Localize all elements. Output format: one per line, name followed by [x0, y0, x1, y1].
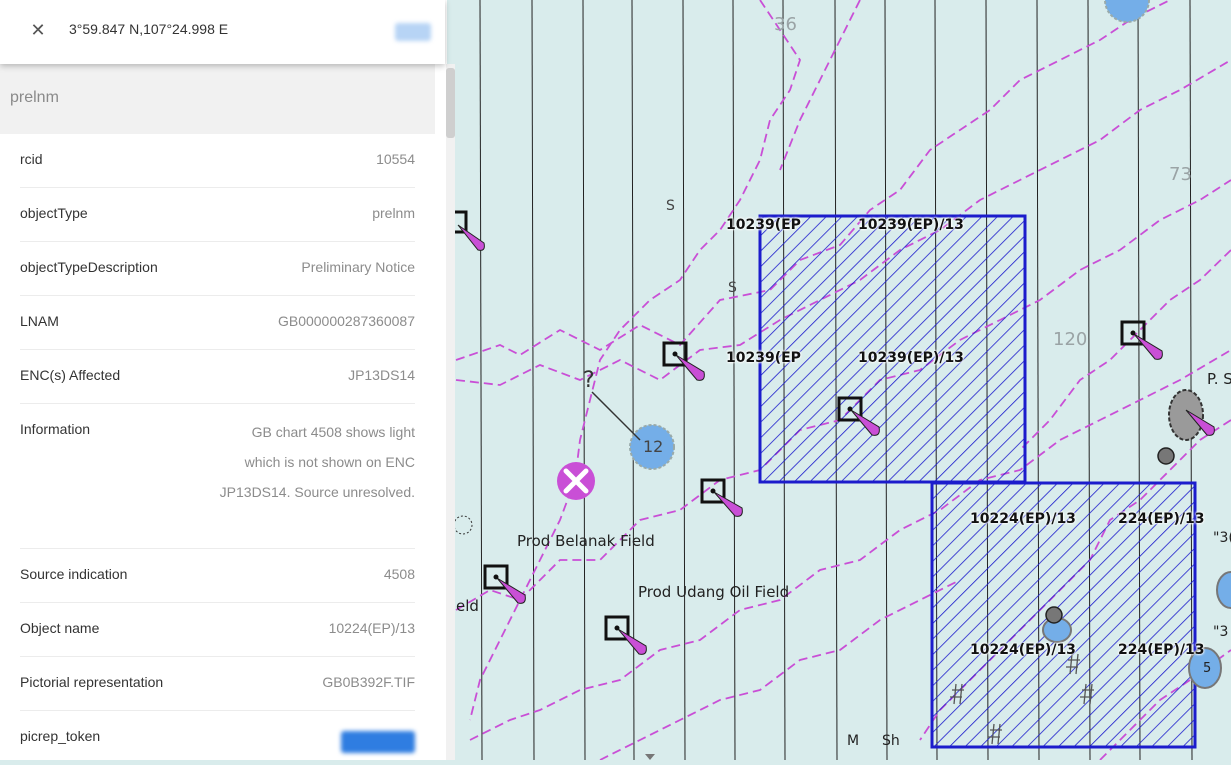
- attribute-row: Information GB chart 4508 shows light wh…: [20, 404, 415, 549]
- top-shoal: [1104, 0, 1150, 23]
- feature-label-s: S: [728, 280, 737, 296]
- feature-label-ps: P. S: [1207, 370, 1231, 388]
- attribute-key: Source indication: [20, 566, 128, 582]
- notice-label-10239[interactable]: 10239(EP)/13: [858, 217, 964, 233]
- attribute-value: GB0B392F.TIF: [322, 674, 415, 690]
- attribute-key: Pictorial representation: [20, 674, 164, 690]
- attribute-value: Preliminary Notice: [301, 259, 415, 275]
- search-coordinates[interactable]: 3°59.847 N,107°24.998 E: [69, 21, 228, 37]
- feature-label-sh: Sh: [882, 733, 900, 749]
- depth-sounding: 73: [1169, 164, 1192, 185]
- feature-label-quote: "3: [1213, 624, 1229, 640]
- notice-label-10239[interactable]: 10239(EP: [726, 350, 801, 366]
- panel-scrollbar[interactable]: [446, 64, 455, 760]
- panel-title: prelnm: [10, 89, 59, 106]
- picrep-token-link[interactable]: [341, 731, 415, 753]
- feature-label-question: ?: [583, 368, 595, 393]
- attribute-row: rcid 10554: [20, 134, 415, 188]
- notice-label-10239[interactable]: 10239(EP)/13: [858, 350, 964, 366]
- depth-sounding: 12: [643, 437, 664, 456]
- attribute-row: Source indication 4508: [20, 549, 415, 603]
- depth-sounding: 36: [774, 14, 797, 35]
- attribute-key: Information: [20, 421, 91, 437]
- rock-island: [1168, 389, 1204, 441]
- restricted-area-icon: [557, 462, 595, 500]
- right-shoal-1: [1216, 571, 1231, 609]
- blurred-badge: [395, 23, 431, 41]
- attribute-row: objectTypeDescription Preliminary Notice: [20, 242, 415, 296]
- scrollbar-thumb[interactable]: [446, 68, 455, 138]
- feature-label-udang: Prod Udang Oil Field: [638, 583, 790, 601]
- notice-label-10239[interactable]: 10239(EP: [726, 217, 801, 233]
- attribute-value: 10554: [376, 151, 415, 167]
- attribute-key: ENC(s) Affected: [20, 367, 121, 383]
- attribute-key: objectTypeDescription: [20, 259, 158, 275]
- notice-label-10224[interactable]: 224(EP)/13: [1118, 511, 1204, 527]
- attribute-table: rcid 10554 objectType prelnm objectTypeD…: [0, 134, 435, 765]
- attribute-value: 4508: [383, 566, 415, 582]
- attribute-key: Object name: [20, 620, 100, 636]
- attribute-value: GB000000287360087: [277, 313, 415, 329]
- feature-label-m: M: [847, 733, 860, 749]
- attribute-row: Object name 10224(EP)/13: [20, 603, 415, 657]
- feature-info-panel: ✕ 3°59.847 N,107°24.998 E prelnm rcid 10…: [0, 0, 455, 760]
- close-icon[interactable]: ✕: [28, 18, 48, 42]
- notice-label-10224[interactable]: 224(EP)/13: [1118, 642, 1204, 658]
- attribute-value: prelnm: [372, 205, 415, 221]
- attribute-key: objectType: [20, 205, 88, 221]
- attribute-row: LNAM GB000000287360087: [20, 296, 415, 350]
- search-bar[interactable]: ✕ 3°59.847 N,107°24.998 E: [0, 0, 445, 64]
- feature-label-quote: "3(: [1213, 530, 1231, 546]
- attribute-key: LNAM: [20, 313, 59, 329]
- attribute-key: rcid: [20, 151, 43, 167]
- attribute-row: picrep_token: [20, 711, 415, 765]
- depth-sounding: 120: [1053, 329, 1088, 350]
- attribute-value: GB chart 4508 shows light which is not s…: [219, 424, 415, 500]
- attribute-row: Pictorial representation GB0B392F.TIF: [20, 657, 415, 711]
- feature-label-belanak: Prod Belanak Field: [517, 532, 655, 550]
- feature-label-5: 5: [1203, 661, 1212, 676]
- attribute-value: 10224(EP)/13: [328, 620, 415, 636]
- panel-header: prelnm: [0, 64, 435, 134]
- feature-label-fragment: eld: [456, 597, 479, 615]
- notice-label-10224[interactable]: 10224(EP)/13: [970, 642, 1076, 658]
- attribute-row: ENC(s) Affected JP13DS14: [20, 350, 415, 404]
- notice-label-10224[interactable]: 10224(EP)/13: [970, 511, 1076, 527]
- attribute-key: picrep_token: [20, 728, 101, 744]
- feature-label-s: S: [666, 198, 675, 214]
- attribute-value: JP13DS14: [348, 367, 415, 383]
- hatched-area-10239: [758, 214, 1027, 484]
- attribute-row: objectType prelnm: [20, 188, 415, 242]
